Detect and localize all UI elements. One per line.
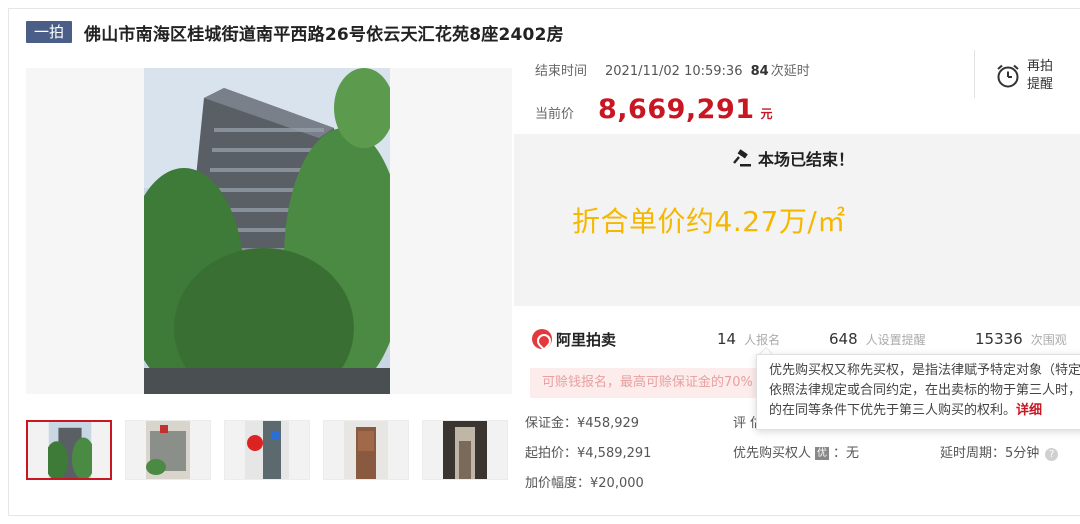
delay-count: 84 (750, 64, 769, 79)
building-photo (144, 68, 390, 394)
reminder-count-label: 人设置提醒 (865, 333, 926, 347)
lot-header: 一拍 佛山市南海区桂城街道南平西路26号依云天汇花苑8座2402房 (26, 20, 564, 45)
tooltip-line-1: 优先购买权又称先买权，是指法律赋予特定对象（特定 (769, 363, 1080, 378)
starting-price: 起拍价：¥4,589,291 (525, 446, 652, 461)
view-count-label: 次围观 (1030, 333, 1067, 347)
signup-count-value: 14 (717, 330, 737, 348)
preemptive-right-label: 优先购买权人 (733, 446, 812, 461)
view-count: 15336 次围观 (975, 330, 1067, 348)
tooltip-line-3: 的在同等条件下优先于第三人购买的权利。 (769, 403, 1017, 418)
ali-auction-logo: 阿里拍卖 (532, 329, 616, 350)
thumbnail-strip (26, 420, 521, 480)
tooltip-line-3-row: 的在同等条件下优先于第三人购买的权利。详细 (769, 401, 1080, 421)
alarm-clock-icon (997, 64, 1019, 88)
tooltip-more-link[interactable]: 详细 (1016, 403, 1042, 418)
current-price-value: 8,669,291 (598, 94, 755, 125)
delay-label: 次延时 (770, 64, 810, 79)
tooltip-line-2: 依照法律规定或合同约定，在出卖标的物于第三人时，享 (769, 383, 1080, 398)
round-badge: 一拍 (26, 21, 73, 43)
signup-count-label: 人报名 (744, 333, 781, 347)
view-count-value: 15336 (975, 330, 1023, 348)
price-unit: 元 (760, 107, 773, 121)
preemptive-tag-icon[interactable]: 优 (815, 447, 830, 460)
platform-name: 阿里拍卖 (556, 330, 617, 349)
unit-price-estimate: 折合单价约4.27万/㎡ (572, 205, 846, 238)
ali-auction-logo-icon (532, 329, 552, 349)
auction-ended-text: 本场已结束！ (758, 150, 855, 169)
divider (974, 50, 975, 98)
deposit-amount: 保证金：¥458,929 (525, 416, 640, 431)
lot-title: 佛山市南海区桂城街道南平西路26号依云天汇花苑8座2402房 (84, 24, 564, 45)
deposit-credit-alert[interactable]: 可赊钱报名，最高可赊保证金的70% (530, 368, 760, 398)
thumbnail-2[interactable] (125, 420, 211, 480)
gavel-icon (733, 149, 751, 167)
auction-ended-status: 本场已结束！ (732, 146, 854, 170)
main-property-image[interactable] (26, 68, 512, 394)
preemptive-right-row[interactable]: 优先购买权人优：无 (733, 442, 859, 461)
thumbnail-4[interactable] (323, 420, 409, 480)
question-icon[interactable]: ? (1045, 448, 1059, 461)
preemptive-right-tooltip: 优先购买权又称先买权，是指法律赋予特定对象（特定 依照法律规定或合同约定，在出卖… (756, 354, 1080, 430)
search-icon[interactable] (488, 370, 510, 392)
platform-stats-row: 阿里拍卖 14 人报名 648 人设置提醒 15336 次围观 (532, 325, 1080, 353)
end-time-row: 结束时间 2021/11/02 10:59:36 84 次延时 (535, 60, 810, 79)
current-price-label: 当前价 (535, 107, 575, 122)
reminder-count-value: 648 (829, 330, 858, 348)
reminder-count: 648 人设置提醒 (829, 330, 926, 348)
thumbnail-3[interactable] (224, 420, 310, 480)
signup-count: 14 人报名 (717, 330, 780, 348)
preemptive-right-value: ：无 (833, 446, 860, 461)
reauction-remind-button[interactable]: 再拍提醒 (995, 58, 1055, 94)
delay-period-row: 延时周期：5分钟? (940, 442, 1059, 461)
current-price-row: 当前价 8,669,291 元 (535, 94, 773, 125)
delay-period: 延时周期：5分钟 (940, 446, 1040, 461)
auction-ended-panel: 本场已结束！ 折合单价约4.27万/㎡ (514, 134, 1080, 306)
thumbnail-1[interactable] (26, 420, 112, 480)
end-time-value: 2021/11/02 10:59:36 (605, 64, 743, 79)
remind-label: 再拍提醒 (1027, 59, 1054, 92)
thumbnail-5[interactable] (422, 420, 508, 480)
bid-increment: 加价幅度：¥20,000 (525, 476, 644, 491)
end-time-label: 结束时间 (535, 64, 588, 79)
